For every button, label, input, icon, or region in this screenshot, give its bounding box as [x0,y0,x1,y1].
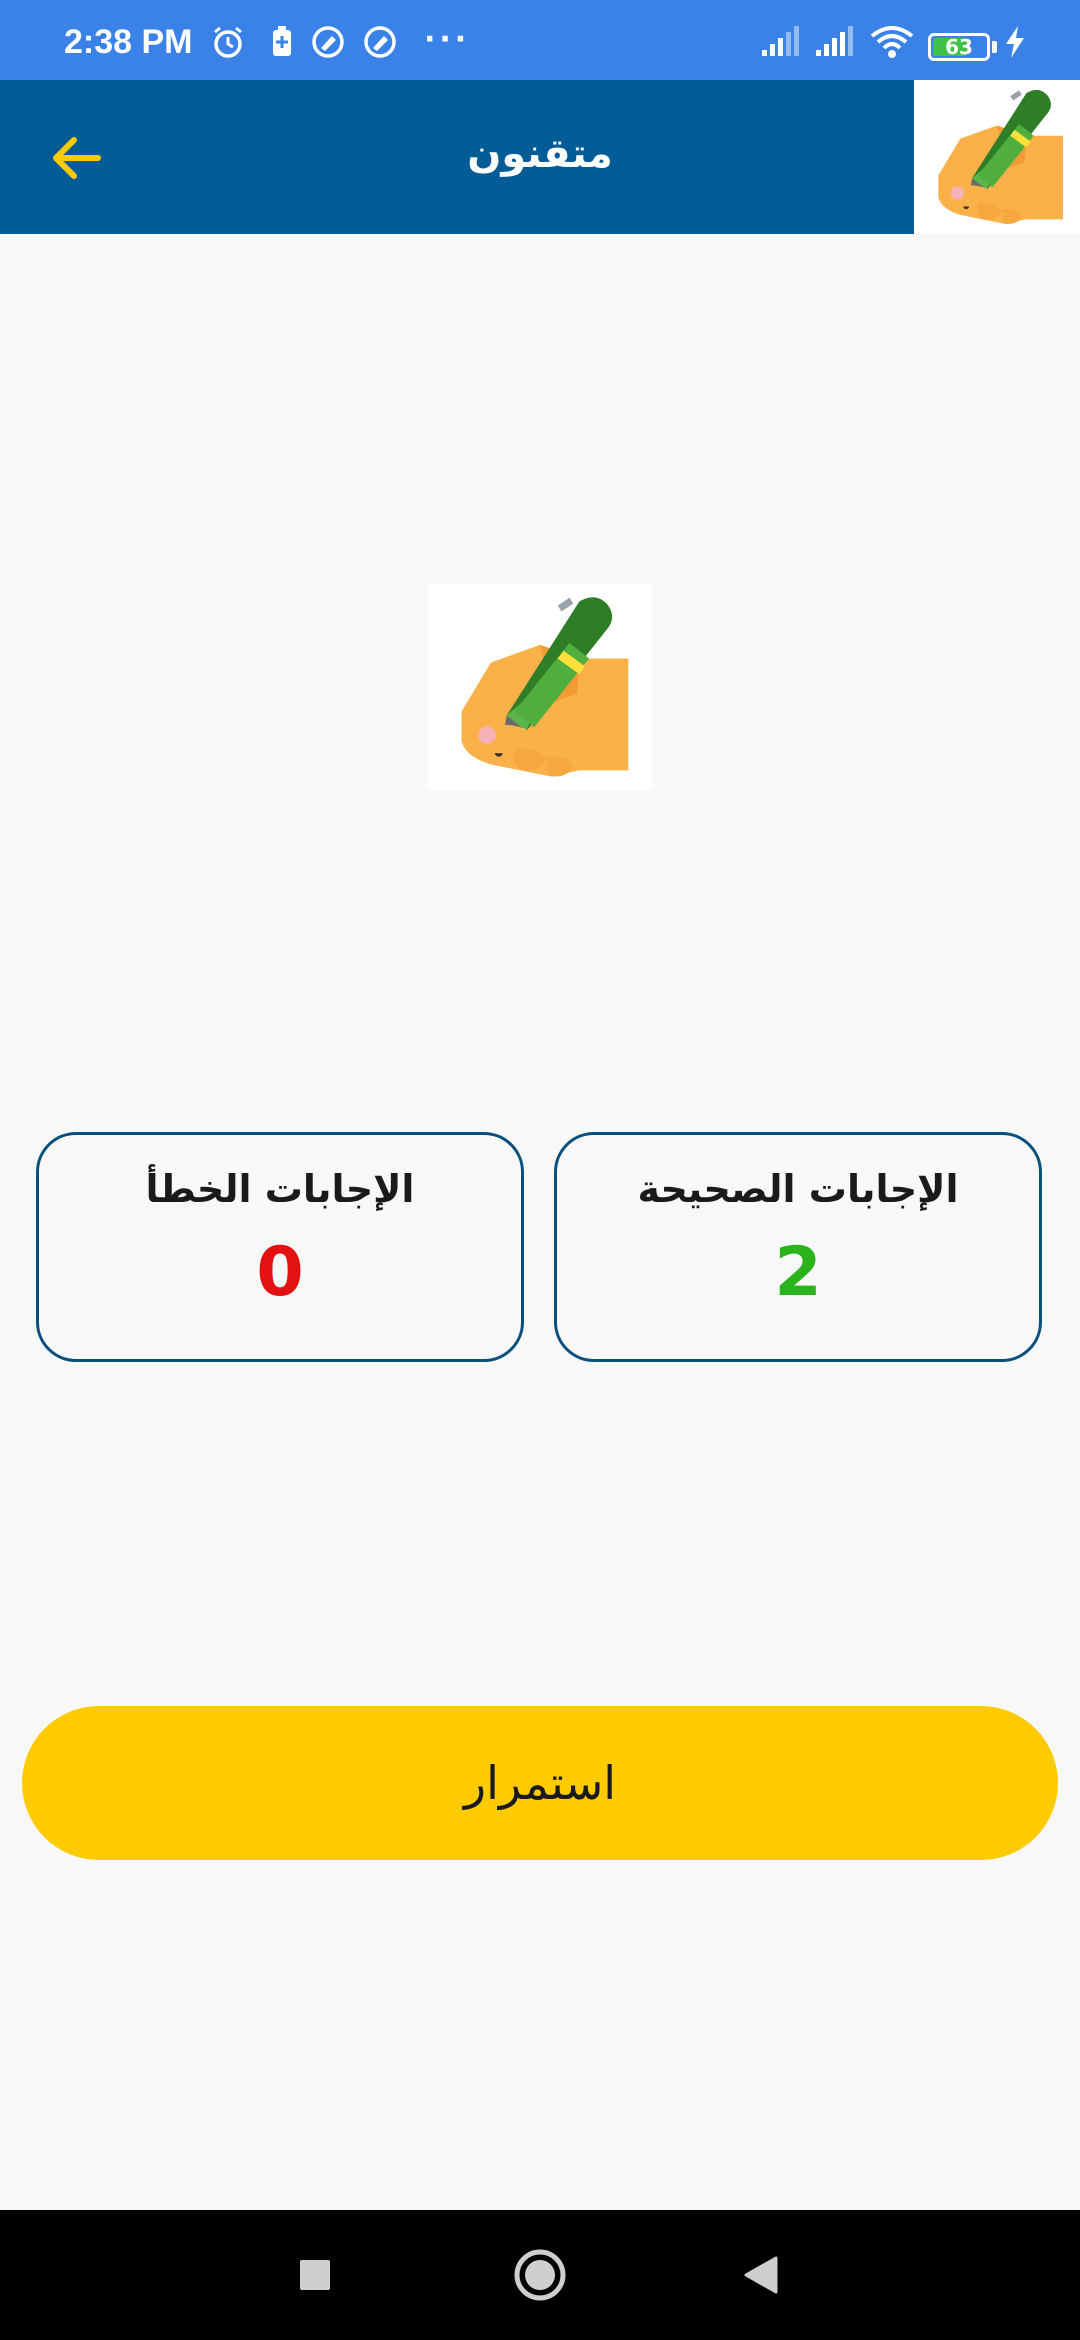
system-nav-bar [0,2210,1080,2340]
app-bar: متقنون [0,80,1080,234]
wrong-answers-count: 0 [256,1233,304,1312]
wrong-answers-card: الإجابات الخطأ 0 [36,1132,524,1362]
app-logo [914,80,1080,234]
correct-answers-count: 2 [774,1233,822,1312]
home-button[interactable] [505,2240,575,2310]
signal-icon [760,24,799,60]
page-title: متقنون [467,131,613,177]
continue-button[interactable]: استمرار [22,1706,1058,1860]
alarm-icon [210,24,246,60]
recents-button[interactable] [280,2240,350,2310]
app-notification-icon [362,24,398,60]
battery-saver-icon [264,24,300,60]
arrow-left-icon [53,137,101,179]
charging-icon [1004,24,1026,60]
home-circle-icon [514,2249,566,2301]
hand-writing-pen-icon [938,89,1063,224]
back-button[interactable] [38,118,118,198]
battery-icon: 63 [928,33,990,61]
back-triangle-icon [744,2256,778,2294]
wifi-icon [870,24,914,60]
battery-cap [992,41,997,53]
battery-level: 63 [945,35,973,59]
correct-answers-label: الإجابات الصحيحة [637,1167,959,1211]
hand-writing-pen-icon [461,597,629,777]
hero-image [428,584,652,790]
back-nav-button[interactable] [726,2240,796,2310]
status-bar: 2:38 PM ··· 63 [0,0,1080,80]
recents-square-icon [300,2260,330,2290]
wrong-answers-label: الإجابات الخطأ [145,1167,415,1211]
correct-answers-card: الإجابات الصحيحة 2 [554,1132,1042,1362]
signal-icon [814,24,853,60]
status-time: 2:38 PM [64,23,193,61]
more-dots-icon: ··· [424,22,471,57]
app-notification-icon [310,24,346,60]
